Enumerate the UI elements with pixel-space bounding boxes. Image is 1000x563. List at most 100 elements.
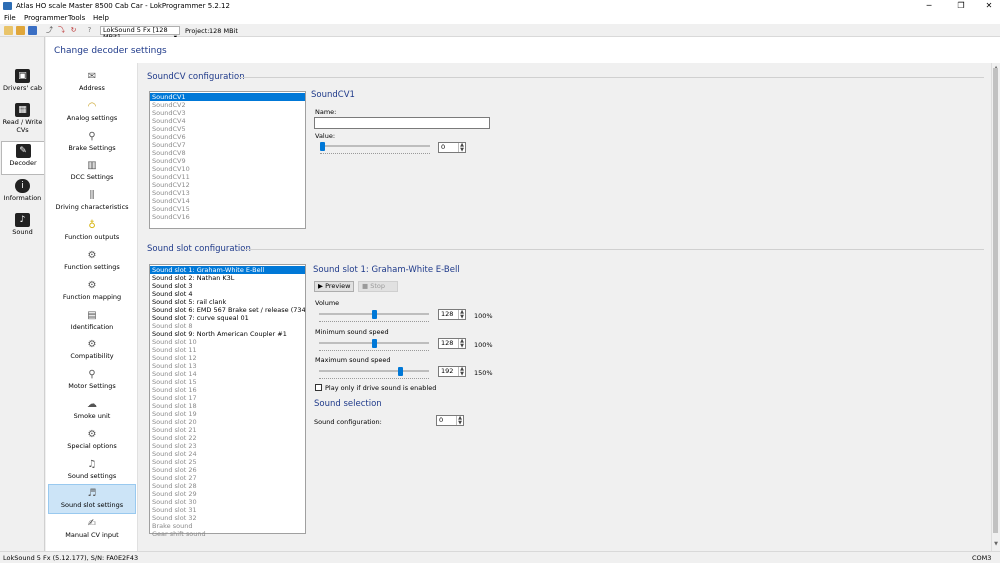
nav-analog-settings[interactable]: ◠ Analog settings: [48, 98, 136, 128]
maximize-button[interactable]: ❐: [950, 0, 972, 12]
soundcv-list-item[interactable]: SoundCV5: [150, 125, 305, 133]
soundcv-list-item[interactable]: SoundCV6: [150, 133, 305, 141]
save-icon[interactable]: [28, 26, 37, 35]
value-spinbox[interactable]: 0 ▲ ▼: [438, 142, 466, 153]
soundslot-list-item[interactable]: Sound slot 16: [150, 386, 305, 394]
soundslot-list[interactable]: Sound slot 1: Graham-White E-Bell Sound s…: [149, 264, 306, 538]
soundslot-list-item[interactable]: Sound slot 9: North American Coupler #1: [150, 330, 305, 338]
soundcv-list-item[interactable]: SoundCV16: [150, 213, 305, 221]
nav-function-settings[interactable]: ⚙ Function settings: [48, 247, 136, 277]
nav-brake-settings[interactable]: ⚲ Brake Settings: [48, 128, 136, 158]
nav-drivers-cab[interactable]: ▣ Drivers' cab: [1, 67, 44, 101]
spin-arrows[interactable]: ▲ ▼: [458, 143, 465, 152]
nav-driving-characteristics[interactable]: ⫼ Driving characteristics: [48, 187, 136, 217]
nav-sound-slot-settings[interactable]: ♬ Sound slot settings: [48, 484, 136, 514]
stop-button[interactable]: ■ Stop: [358, 281, 398, 292]
soundslot-list-item[interactable]: Sound slot 18: [150, 402, 305, 410]
soundcv-list-item[interactable]: SoundCV9: [150, 157, 305, 165]
slider-thumb[interactable]: [397, 367, 403, 376]
close-button[interactable]: ✕: [978, 0, 1000, 12]
sound-config-spinbox[interactable]: 0 ▲ ▼: [436, 415, 464, 426]
soundslot-list-item[interactable]: Sound slot 19: [150, 410, 305, 418]
nav-information[interactable]: i Information: [1, 177, 44, 211]
soundcv-list-item[interactable]: SoundCV7: [150, 141, 305, 149]
soundslot-list-item[interactable]: Sound slot 4: [150, 290, 305, 298]
soundcv-list-item[interactable]: SoundCV10: [150, 165, 305, 173]
soundslot-list-item[interactable]: Sound slot 26: [150, 466, 305, 474]
soundcv-list-item[interactable]: SoundCV13: [150, 189, 305, 197]
vertical-scrollbar[interactable]: ▲ ▼: [991, 63, 1000, 551]
volume-spinbox[interactable]: 128 ▲ ▼: [438, 309, 466, 320]
menu-programmer[interactable]: Programmer: [24, 14, 68, 22]
soundslot-list-item[interactable]: Sound slot 30: [150, 498, 305, 506]
soundcv-list-item[interactable]: SoundCV15: [150, 205, 305, 213]
soundslot-list-item[interactable]: Sound slot 21: [150, 426, 305, 434]
drive-sound-checkbox[interactable]: [315, 384, 322, 391]
spin-arrows[interactable]: ▲ ▼: [458, 310, 465, 319]
nav-sound-settings[interactable]: ♫ Sound settings: [48, 456, 136, 486]
soundslot-list-item[interactable]: Sound slot 17: [150, 394, 305, 402]
soundcv-list-item[interactable]: SoundCV4: [150, 117, 305, 125]
soundslot-list-item[interactable]: Sound slot 5: rail clank: [150, 298, 305, 306]
soundslot-list-item[interactable]: Sound slot 13: [150, 362, 305, 370]
nav-identification[interactable]: ▤ Identification: [48, 307, 136, 337]
slider-thumb[interactable]: [371, 339, 377, 348]
write-icon[interactable]: ⤵: [57, 26, 66, 35]
soundslot-list-item[interactable]: Sound slot 3: [150, 282, 305, 290]
menu-help[interactable]: Help: [93, 14, 109, 22]
open-folder-icon[interactable]: [16, 26, 25, 35]
minimize-button[interactable]: ─: [918, 0, 940, 12]
volume-slider[interactable]: [319, 310, 429, 322]
soundslot-list-item[interactable]: Sound slot 23: [150, 442, 305, 450]
nav-address[interactable]: ✉ Address: [48, 68, 136, 98]
soundslot-list-item[interactable]: Sound slot 14: [150, 370, 305, 378]
spin-arrows[interactable]: ▲ ▼: [458, 339, 465, 348]
soundcv-list-item[interactable]: SoundCV12: [150, 181, 305, 189]
nav-smoke-unit[interactable]: ☁ Smoke unit: [48, 396, 136, 426]
preview-button[interactable]: ▶ Preview: [314, 281, 354, 292]
min-speed-slider[interactable]: [319, 339, 429, 351]
soundcv-list-item[interactable]: SoundCV14: [150, 197, 305, 205]
max-speed-spinbox[interactable]: 192 ▲ ▼: [438, 366, 466, 377]
read-icon[interactable]: ⤴: [45, 26, 54, 35]
soundslot-list-item[interactable]: Sound slot 29: [150, 490, 305, 498]
min-speed-spinbox[interactable]: 128 ▲ ▼: [438, 338, 466, 349]
soundslot-list-item[interactable]: Sound slot 28: [150, 482, 305, 490]
soundslot-list-item[interactable]: Gear shift sound: [150, 530, 305, 538]
soundslot-list-item[interactable]: Sound slot 10: [150, 338, 305, 346]
nav-manual-cv-input[interactable]: ✍ Manual CV input: [48, 515, 136, 545]
soundslot-list-item[interactable]: Sound slot 32: [150, 514, 305, 522]
soundcv-list-item[interactable]: SoundCV3: [150, 109, 305, 117]
nav-compatibility[interactable]: ⚙ Compatibility: [48, 336, 136, 366]
slider-thumb[interactable]: [371, 310, 377, 319]
nav-motor-settings[interactable]: ⚲ Motor Settings: [48, 366, 136, 396]
nav-special-options[interactable]: ⚙ Special options: [48, 426, 136, 456]
soundslot-list-item[interactable]: Sound slot 20: [150, 418, 305, 426]
soundcv-list-item[interactable]: SoundCV11: [150, 173, 305, 181]
soundslot-list-item[interactable]: Sound slot 1: Graham-White E-Bell: [150, 266, 305, 274]
scroll-down-icon[interactable]: ▼: [993, 541, 999, 547]
nav-function-outputs[interactable]: ♁ Function outputs: [48, 217, 136, 247]
soundslot-list-item[interactable]: Sound slot 11: [150, 346, 305, 354]
soundslot-list-item[interactable]: Sound slot 25: [150, 458, 305, 466]
soundcv-list-item[interactable]: SoundCV8: [150, 149, 305, 157]
soundslot-list-item[interactable]: Sound slot 31: [150, 506, 305, 514]
soundslot-list-item[interactable]: Sound slot 7: curve squeal 01: [150, 314, 305, 322]
scrollbar-thumb[interactable]: [993, 68, 998, 533]
menu-file[interactable]: File: [4, 14, 16, 22]
soundslot-list-item[interactable]: Sound slot 15: [150, 378, 305, 386]
soundcv-list[interactable]: SoundCV1 SoundCV2 SoundCV3 SoundCV4 SoundCV5…: [149, 91, 306, 229]
nav-function-mapping[interactable]: ⚙ Function mapping: [48, 277, 136, 307]
soundslot-list-item[interactable]: Sound slot 2: Nathan K3L: [150, 274, 305, 282]
soundcv-list-item[interactable]: SoundCV1: [150, 93, 305, 101]
help-icon[interactable]: ?: [85, 26, 94, 35]
spin-arrows[interactable]: ▲ ▼: [458, 367, 465, 376]
soundslot-list-item[interactable]: Sound slot 24: [150, 450, 305, 458]
soundslot-list-item[interactable]: Brake sound: [150, 522, 305, 530]
name-input[interactable]: [314, 117, 490, 129]
soundslot-list-item[interactable]: Sound slot 6: EMD 567 Brake set / releas…: [150, 306, 305, 314]
decoder-type-select[interactable]: LokSound 5 Fx [128 MBit]▾: [100, 26, 180, 41]
spin-arrows[interactable]: ▲ ▼: [456, 416, 463, 425]
new-file-icon[interactable]: [4, 26, 13, 35]
soundslot-list-item[interactable]: Sound slot 22: [150, 434, 305, 442]
